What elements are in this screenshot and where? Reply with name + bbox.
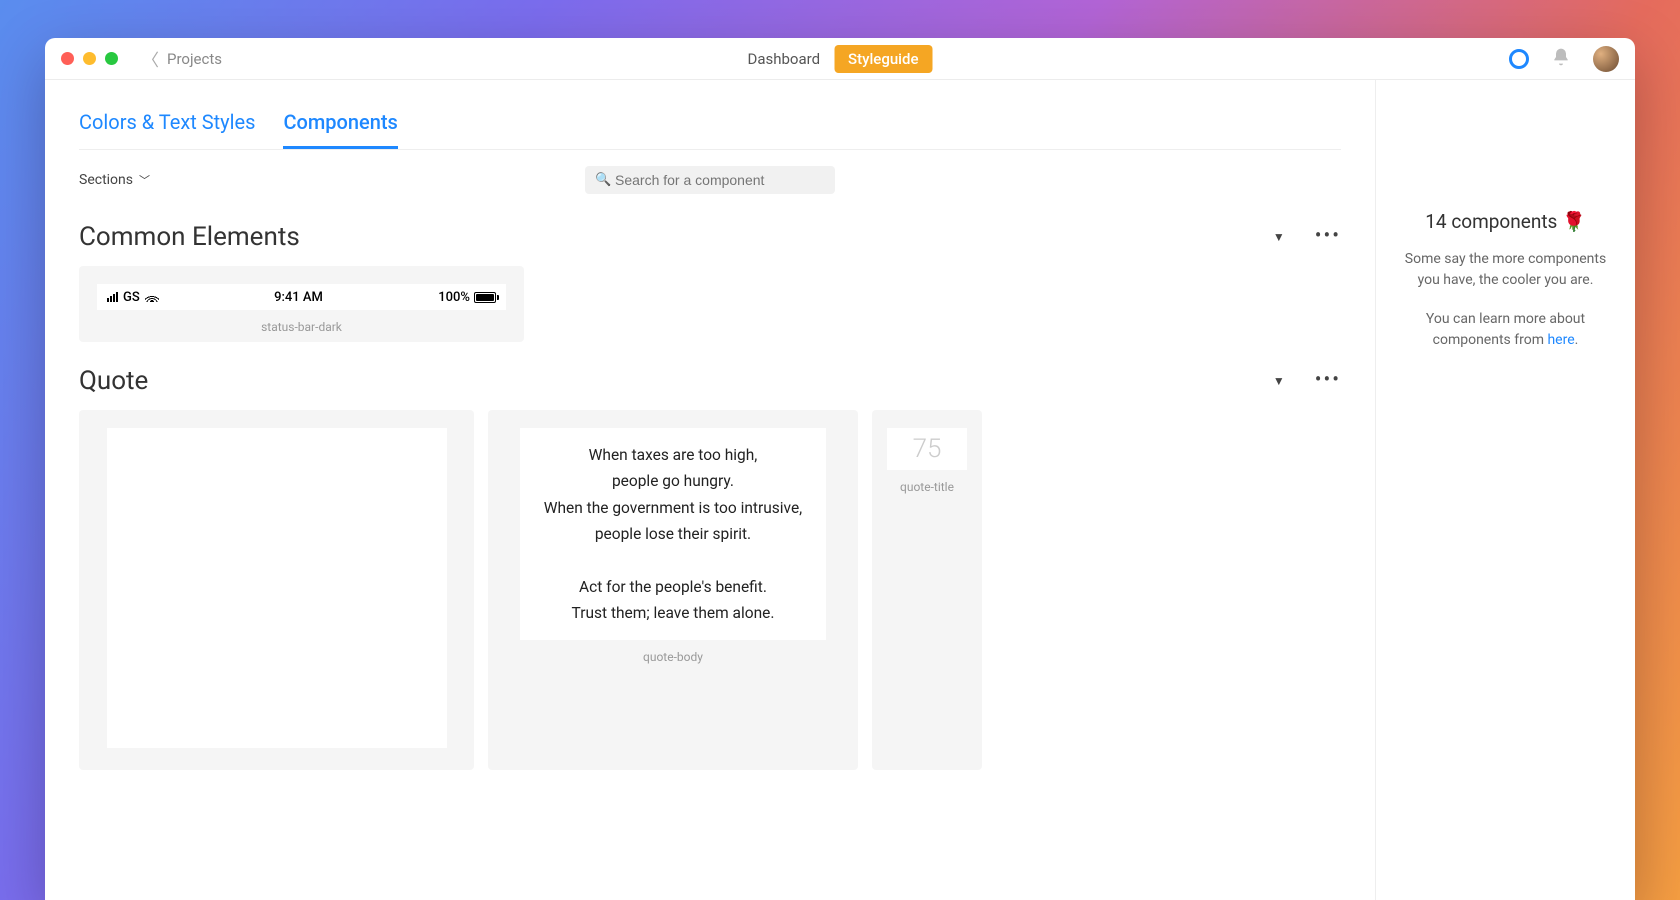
section-header-common: Common Elements ▼ ••• [79, 198, 1341, 266]
tab-dashboard[interactable]: Dashboard [748, 50, 821, 68]
section-title: Quote [79, 366, 148, 396]
collapse-section-icon[interactable]: ▼ [1273, 230, 1285, 244]
section-title: Common Elements [79, 222, 300, 252]
quote-blank-preview [107, 428, 447, 748]
top-tabs: Dashboard Styleguide [748, 45, 933, 73]
window-controls [61, 52, 118, 65]
chevron-down-icon: ﹀ [139, 172, 150, 188]
wifi-icon [145, 292, 159, 302]
subtab-colors[interactable]: Colors & Text Styles [79, 110, 255, 149]
component-card-quote-blank[interactable] [79, 410, 474, 770]
main-content: Colors & Text Styles Components Sections… [45, 80, 1375, 900]
cards-common: GS 9:41 AM 100% status-bar-dark [79, 266, 1341, 342]
minimize-window-button[interactable] [83, 52, 96, 65]
search-icon: 🔍 [595, 173, 611, 188]
sections-dropdown[interactable]: Sections ﹀ [79, 172, 150, 188]
close-window-button[interactable] [61, 52, 74, 65]
filter-row: Sections ﹀ 🔍 [79, 150, 1341, 198]
chevron-left-icon: 〈 [142, 46, 159, 71]
subtab-components[interactable]: Components [283, 110, 397, 149]
cards-quote: When taxes are too high,people go hungry… [79, 410, 1341, 770]
component-card-quote-title[interactable]: 75 quote-title [872, 410, 982, 770]
search-wrap: 🔍 [585, 166, 835, 194]
component-card-quote-body[interactable]: When taxes are too high,people go hungry… [488, 410, 858, 770]
battery-icon [474, 292, 496, 303]
rp-text-2b: . [1575, 332, 1579, 348]
notifications-icon[interactable] [1551, 47, 1571, 71]
signal-bars-icon [107, 292, 118, 302]
component-label: status-bar-dark [261, 310, 342, 334]
titlebar-right [1509, 46, 1619, 72]
component-card-status-bar[interactable]: GS 9:41 AM 100% status-bar-dark [79, 266, 524, 342]
titlebar: 〈 Projects Dashboard Styleguide [45, 38, 1635, 80]
quote-title-preview: 75 [887, 428, 967, 470]
back-label: Projects [167, 50, 222, 68]
app-window: 〈 Projects Dashboard Styleguide Colors &… [45, 38, 1635, 900]
component-label: quote-title [900, 470, 954, 494]
section-actions: ▼ ••• [1273, 374, 1341, 388]
battery-pct: 100% [438, 290, 470, 305]
user-avatar[interactable] [1593, 46, 1619, 72]
status-time: 9:41 AM [274, 290, 323, 305]
section-actions: ▼ ••• [1273, 230, 1341, 244]
fullscreen-window-button[interactable] [105, 52, 118, 65]
component-label: quote-body [643, 640, 703, 664]
learn-more-link[interactable]: here [1547, 332, 1574, 348]
right-panel-text-1: Some say the more components you have, t… [1396, 249, 1615, 291]
carrier-label: GS [123, 290, 140, 305]
body: Colors & Text Styles Components Sections… [45, 80, 1635, 900]
right-panel: 14 components 🌹 Some say the more compon… [1375, 80, 1635, 900]
right-panel-text-2: You can learn more about components from… [1396, 309, 1615, 351]
quote-body-preview: When taxes are too high,people go hungry… [520, 428, 826, 640]
component-search-input[interactable] [585, 166, 835, 194]
right-panel-title: 14 components 🌹 [1396, 210, 1615, 233]
collapse-section-icon[interactable]: ▼ [1273, 374, 1285, 388]
tab-styleguide[interactable]: Styleguide [834, 45, 932, 73]
activity-ring-icon[interactable] [1509, 49, 1529, 69]
status-bar-preview: GS 9:41 AM 100% [97, 284, 506, 310]
sections-label: Sections [79, 172, 133, 188]
section-menu-icon[interactable]: ••• [1315, 230, 1341, 244]
section-header-quote: Quote ▼ ••• [79, 342, 1341, 410]
back-to-projects[interactable]: 〈 Projects [142, 46, 222, 71]
subtabs: Colors & Text Styles Components [79, 80, 1341, 150]
section-menu-icon[interactable]: ••• [1315, 374, 1341, 388]
